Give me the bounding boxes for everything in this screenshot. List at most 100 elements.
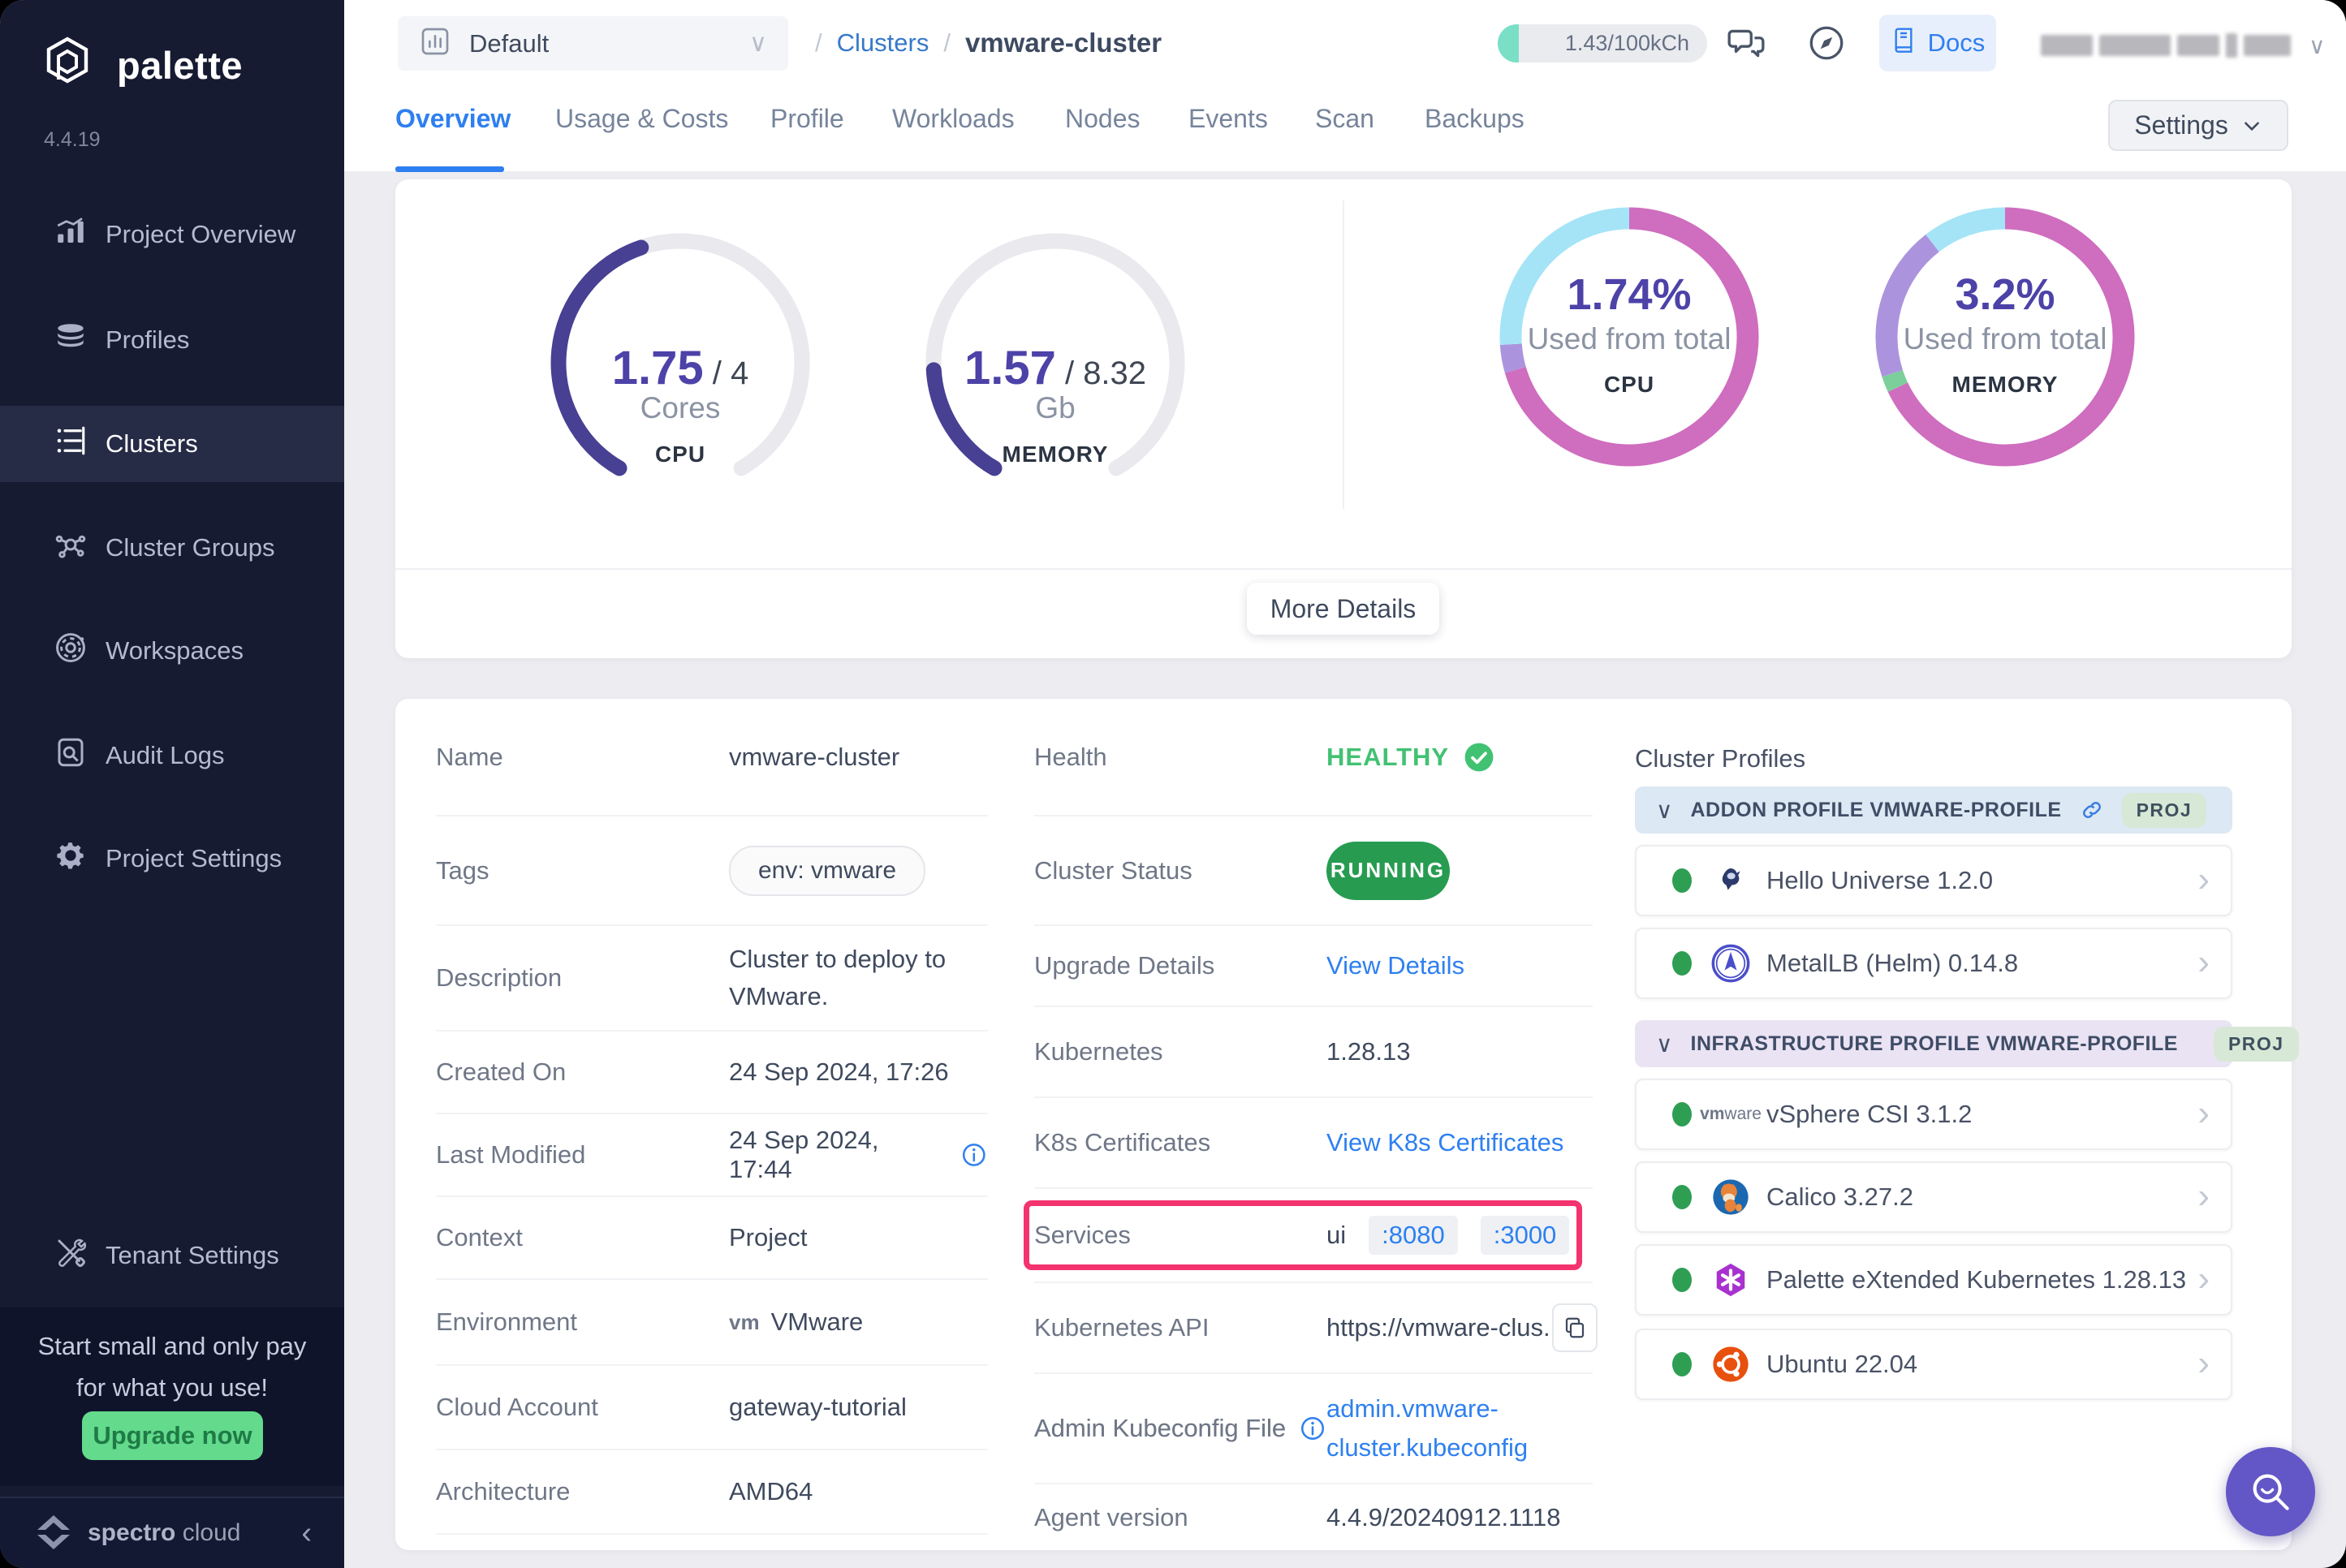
palette-logo-icon bbox=[42, 36, 93, 95]
sidebar-item-label: Clusters bbox=[106, 429, 198, 459]
tab-nodes[interactable]: Nodes bbox=[1065, 104, 1141, 134]
feedback-chat-button[interactable] bbox=[1724, 21, 1768, 65]
sidebar-item-project-settings[interactable]: Project Settings bbox=[0, 827, 344, 890]
account-name-redacted bbox=[2244, 35, 2291, 56]
profile-layer-metallb[interactable]: MetalLB (Helm) 0.14.8 › bbox=[1635, 928, 2232, 999]
divider bbox=[395, 568, 2292, 570]
profile-layer-name: Ubuntu 22.04 bbox=[1766, 1350, 1917, 1379]
project-scope-icon bbox=[419, 25, 451, 62]
cpu-donut-caption: CPU bbox=[1491, 367, 1767, 403]
kubernetes-version-value: 1.28.13 bbox=[1326, 1037, 1410, 1066]
view-k8s-certificates-link[interactable]: View K8s Certificates bbox=[1326, 1128, 1563, 1157]
cpu-caption: CPU bbox=[542, 437, 818, 472]
cpu-unit: Cores bbox=[542, 390, 818, 426]
tab-scan[interactable]: Scan bbox=[1315, 104, 1374, 134]
field-label: Context bbox=[436, 1223, 523, 1252]
sidebar-item-clusters[interactable]: Clusters bbox=[0, 406, 344, 482]
addon-profile-header[interactable]: ∨ ADDON PROFILE VMWARE-PROFILE PROJ bbox=[1635, 786, 2232, 834]
book-icon bbox=[1891, 27, 1917, 59]
sidebar-item-cluster-groups[interactable]: Cluster Groups bbox=[0, 516, 344, 579]
tag-chip[interactable]: env: vmware bbox=[729, 846, 925, 896]
tab-events[interactable]: Events bbox=[1188, 104, 1268, 134]
account-menu[interactable]: ∨ bbox=[2041, 29, 2326, 62]
status-dot-icon bbox=[1672, 868, 1692, 893]
footer-brand: spectro cloud bbox=[88, 1519, 240, 1547]
gear-icon bbox=[54, 838, 88, 879]
docs-button[interactable]: Docs bbox=[1879, 15, 1996, 71]
field-label: Description bbox=[436, 963, 562, 993]
sidebar-item-tenant-settings[interactable]: Tenant Settings bbox=[0, 1224, 344, 1287]
network-icon bbox=[54, 528, 88, 568]
tab-backups[interactable]: Backups bbox=[1425, 104, 1524, 134]
metallb-icon bbox=[1708, 942, 1753, 984]
profile-layer-calico[interactable]: Calico 3.27.2 › bbox=[1635, 1161, 2232, 1233]
main-area: Default ∨ / Clusters / vmware-cluster 1.… bbox=[344, 0, 2346, 1568]
check-circle-icon bbox=[1464, 742, 1494, 773]
usage-meter: 1.43/100kCh bbox=[1498, 24, 1707, 62]
project-selector-value: Default bbox=[469, 29, 549, 58]
link-icon[interactable] bbox=[2080, 798, 2104, 822]
support-search-fab[interactable] bbox=[2226, 1447, 2315, 1536]
scope-badge: PROJ bbox=[2122, 793, 2207, 828]
project-selector[interactable]: Default ∨ bbox=[398, 16, 788, 71]
sidebar-item-audit-logs[interactable]: Audit Logs bbox=[0, 724, 344, 787]
cluster-status-badge: RUNNING bbox=[1326, 842, 1450, 900]
cpu-donut-subtitle: Used from total bbox=[1491, 321, 1767, 357]
sidebar-item-project-overview[interactable]: Project Overview bbox=[0, 203, 344, 266]
sidebar-item-profiles[interactable]: Profiles bbox=[0, 308, 344, 372]
sidebar-item-workspaces[interactable]: Workspaces bbox=[0, 619, 344, 683]
field-label: Agent version bbox=[1034, 1503, 1188, 1532]
divider bbox=[1343, 200, 1344, 509]
profile-layer-vsphere-csi[interactable]: vmware vSphere CSI 3.1.2 › bbox=[1635, 1079, 2232, 1150]
view-details-link[interactable]: View Details bbox=[1326, 951, 1464, 980]
sidebar-item-label: Profiles bbox=[106, 325, 189, 355]
tab-overview[interactable]: Overview bbox=[395, 104, 511, 134]
magnifier-smile-icon bbox=[2245, 1467, 2296, 1517]
bar-chart-icon bbox=[54, 214, 88, 255]
copy-button[interactable] bbox=[1552, 1303, 1598, 1352]
context-value: Project bbox=[729, 1223, 807, 1252]
settings-label: Settings bbox=[2134, 110, 2228, 140]
upgrade-now-button[interactable]: Upgrade now bbox=[82, 1411, 263, 1460]
status-dot-icon bbox=[1672, 1185, 1692, 1209]
memory-caption: MEMORY bbox=[917, 437, 1193, 472]
collapse-sidebar-icon[interactable]: ‹ bbox=[301, 1516, 312, 1551]
chevron-down-icon: ∨ bbox=[749, 29, 767, 58]
more-details-button[interactable]: More Details bbox=[1247, 583, 1439, 635]
service-port-link-3000[interactable]: :3000 bbox=[1481, 1216, 1570, 1255]
service-port-link-8080[interactable]: :8080 bbox=[1369, 1216, 1458, 1255]
profile-layer-palette-extended-kubernetes[interactable]: Palette eXtended Kubernetes 1.28.13 › bbox=[1635, 1244, 2232, 1316]
account-name-redacted bbox=[2226, 33, 2237, 58]
sidebar-item-label: Workspaces bbox=[106, 636, 244, 666]
breadcrumb-clusters-link[interactable]: Clusters bbox=[837, 28, 929, 58]
settings-button[interactable]: Settings bbox=[2108, 100, 2288, 151]
tab-profile[interactable]: Profile bbox=[770, 104, 844, 134]
cpu-total-value: 4 bbox=[731, 355, 748, 391]
tab-usage-costs[interactable]: Usage & Costs bbox=[555, 104, 728, 134]
chevron-down-icon bbox=[2241, 115, 2262, 136]
info-icon[interactable] bbox=[960, 1141, 988, 1169]
kubeconfig-download-link[interactable]: admin.vmware-cluster.kubeconfig bbox=[1326, 1389, 1602, 1467]
field-label: Tags bbox=[436, 856, 489, 885]
info-icon[interactable] bbox=[1299, 1415, 1326, 1442]
profile-layer-ubuntu[interactable]: Ubuntu 22.04 › bbox=[1635, 1329, 2232, 1400]
usage-meter-fill bbox=[1498, 24, 1519, 62]
infrastructure-profile-header[interactable]: ∨ INFRASTRUCTURE PROFILE VMWARE-PROFILE … bbox=[1635, 1020, 2232, 1067]
memory-unit: Gb bbox=[917, 390, 1193, 426]
cluster-details-card: Namevmware-cluster Tagsenv: vmware Descr… bbox=[395, 699, 2292, 1550]
hello-universe-icon bbox=[1708, 864, 1753, 897]
field-label: Name bbox=[436, 743, 503, 772]
account-name-redacted bbox=[2041, 35, 2093, 56]
account-name-redacted bbox=[2177, 35, 2219, 56]
cloud-account-value: gateway-tutorial bbox=[729, 1393, 907, 1422]
explore-compass-button[interactable] bbox=[1805, 21, 1848, 65]
memory-gauge: 1.57 / 8.32 Gb MEMORY bbox=[917, 225, 1193, 501]
last-modified-value: 24 Sep 2024, 17:44 bbox=[729, 1126, 946, 1184]
chevron-right-icon: › bbox=[2197, 942, 2210, 983]
calico-icon bbox=[1708, 1176, 1753, 1218]
tab-workloads[interactable]: Workloads bbox=[892, 104, 1015, 134]
chevron-right-icon: › bbox=[2197, 1176, 2210, 1217]
vmware-logo: vm bbox=[729, 1310, 760, 1335]
profile-layer-hello-universe[interactable]: Hello Universe 1.2.0 › bbox=[1635, 845, 2232, 916]
vmware-logo: vmware bbox=[1708, 1105, 1753, 1124]
